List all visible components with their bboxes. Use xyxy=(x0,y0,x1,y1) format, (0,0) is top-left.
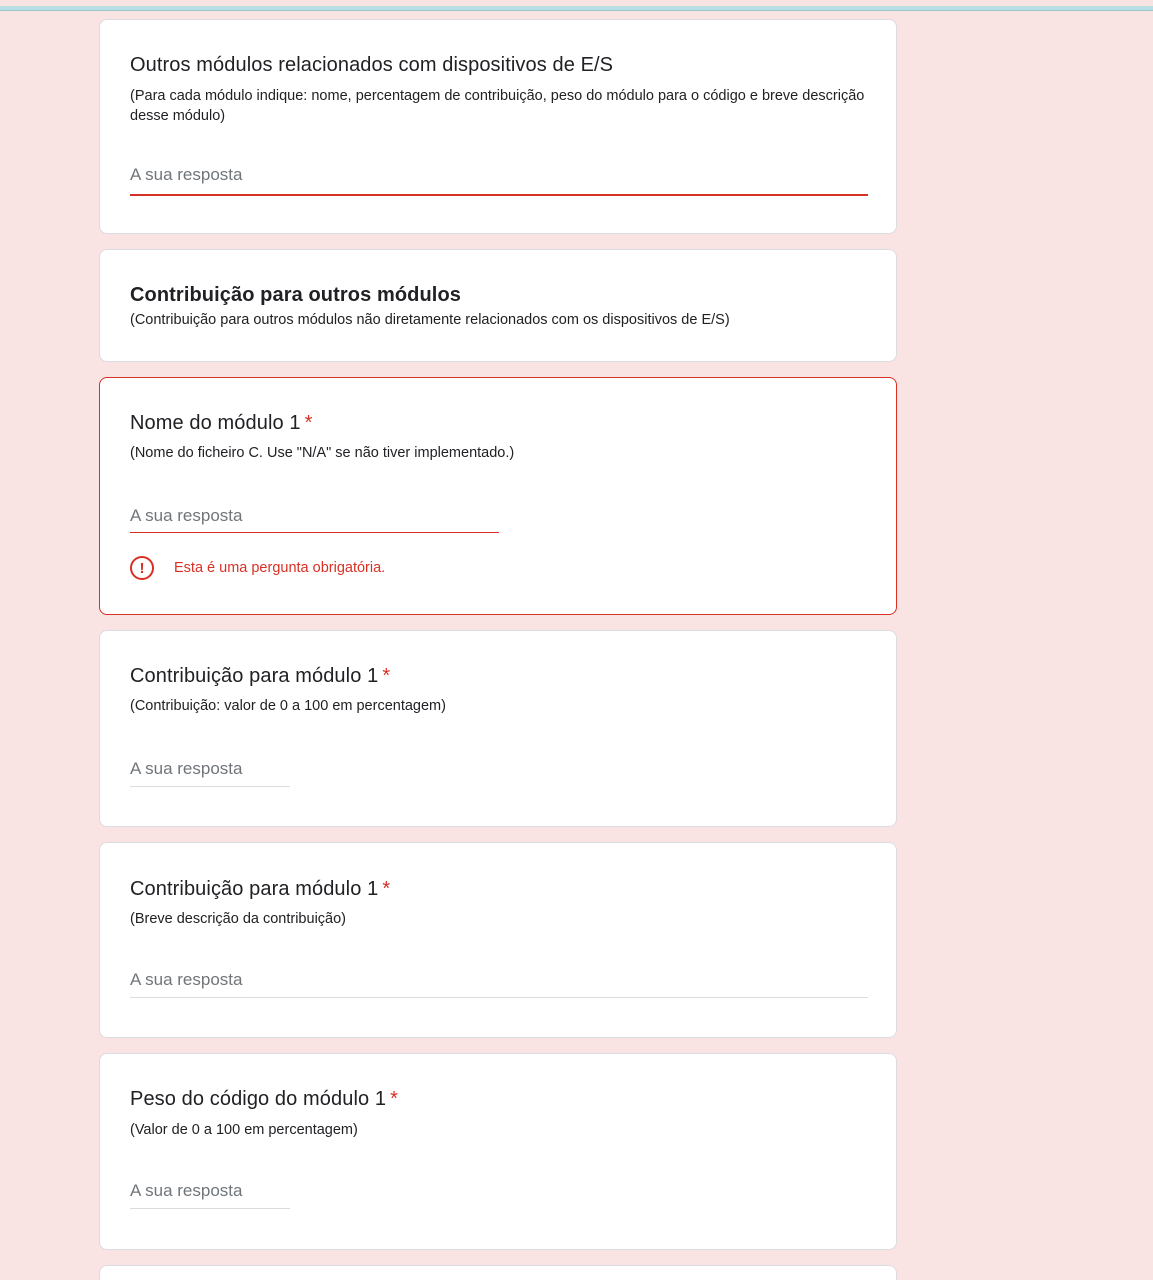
question-title: Contribuição para módulo 1 * xyxy=(130,878,390,901)
answer-underline xyxy=(130,786,290,787)
answer-input[interactable] xyxy=(130,968,868,992)
question-title: Contribuição para módulo 1 * xyxy=(130,665,390,688)
question-title-text: Contribuição para módulo 1 xyxy=(130,878,379,900)
section-description: (Contribuição para outros módulos não di… xyxy=(130,312,730,328)
question-title-text: Contribuição para módulo 1 xyxy=(130,665,379,687)
top-accent-line xyxy=(0,6,1153,11)
error-message-row: ! Esta é uma pergunta obrigatória. xyxy=(130,555,385,581)
question-card-module-code-weight: Peso do código do módulo 1 * (Valor de 0 … xyxy=(99,1053,897,1250)
question-description: (Valor de 0 a 100 em percentagem) xyxy=(130,1122,358,1138)
question-card-module-contribution-percent: Contribuição para módulo 1 * (Contribuiçã… xyxy=(99,630,897,827)
question-description: (Contribuição: valor de 0 a 100 em perce… xyxy=(130,698,446,714)
question-description: (Para cada módulo indique: nome, percent… xyxy=(130,88,865,124)
answer-input[interactable] xyxy=(130,757,290,781)
required-asterisk: * xyxy=(382,665,391,687)
required-asterisk: * xyxy=(382,878,391,900)
question-description: (Breve descrição da contribuição) xyxy=(130,911,346,927)
answer-field[interactable] xyxy=(130,504,499,533)
section-title: Contribuição para outros módulos xyxy=(130,284,461,306)
question-title-text: Nome do módulo 1 xyxy=(130,412,301,434)
question-card-module-name: Nome do módulo 1 * (Nome do ficheiro C. U… xyxy=(99,377,897,615)
question-description: (Nome do ficheiro C. Use "N/A" se não ti… xyxy=(130,445,515,461)
answer-field[interactable] xyxy=(130,757,290,787)
answer-underline xyxy=(130,532,499,533)
question-card-next xyxy=(99,1265,897,1280)
answer-underline xyxy=(130,194,868,196)
answer-underline xyxy=(130,1208,290,1209)
question-card-module-contribution-description: Contribuição para módulo 1 * (Breve descr… xyxy=(99,842,897,1038)
question-title: Peso do código do módulo 1 * xyxy=(130,1088,398,1111)
error-message: Esta é uma pergunta obrigatória. xyxy=(174,560,386,576)
answer-field[interactable] xyxy=(130,1179,290,1209)
required-asterisk: * xyxy=(390,1088,399,1110)
answer-underline xyxy=(130,997,868,998)
answer-input[interactable] xyxy=(130,1179,290,1203)
required-asterisk: * xyxy=(304,412,313,434)
question-title: Nome do módulo 1 * xyxy=(130,412,312,435)
question-card-other-io-modules: Outros módulos relacionados com disposit… xyxy=(99,19,897,234)
answer-input[interactable] xyxy=(130,163,868,187)
answer-input[interactable] xyxy=(130,504,499,528)
exclamation-circle-icon: ! xyxy=(130,556,154,580)
question-title: Outros módulos relacionados com disposit… xyxy=(130,54,614,76)
top-bar xyxy=(0,0,1153,11)
section-card-other-modules: Contribuição para outros módulos (Contri… xyxy=(99,249,897,362)
question-title-text: Peso do código do módulo 1 xyxy=(130,1088,387,1110)
answer-field[interactable] xyxy=(130,163,868,196)
answer-field[interactable] xyxy=(130,968,868,998)
